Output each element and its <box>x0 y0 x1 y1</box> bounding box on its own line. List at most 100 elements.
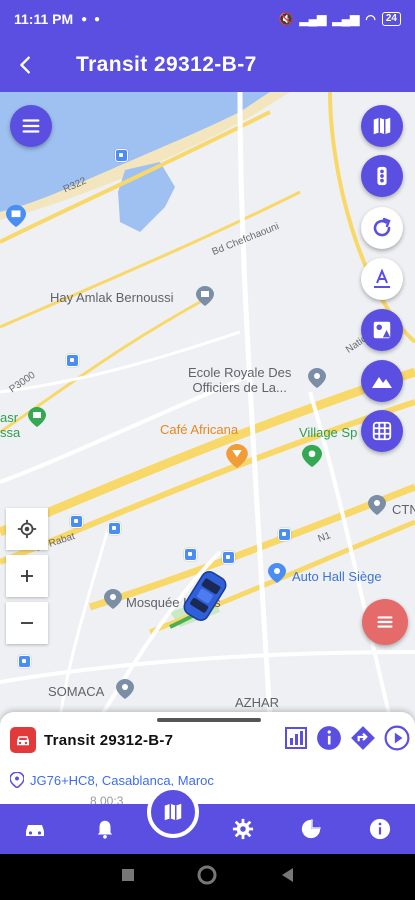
poi-shop-icon <box>6 204 26 233</box>
poi-ecole-icon <box>308 368 326 393</box>
vehicle-car-icon <box>10 727 36 753</box>
signal-icon: ▂▄▆ <box>299 12 327 26</box>
app-bar: Transit 29312-B-7 <box>0 38 415 92</box>
bus-stop-icon <box>18 655 31 668</box>
bus-stop-icon <box>70 515 83 528</box>
grid-icon <box>372 421 392 441</box>
vehicle-row: Transit 29312-B-7 <box>10 725 410 756</box>
poi-cafe-africana[interactable]: Café Africana <box>160 422 238 437</box>
vehicle-name: Transit 29312-B-7 <box>44 731 174 749</box>
locate-button[interactable] <box>6 508 48 550</box>
play-circle-icon <box>384 725 410 750</box>
bus-stop-icon <box>184 548 197 561</box>
back-nav-icon[interactable] <box>280 867 294 888</box>
refresh-icon <box>373 217 391 237</box>
mute-icon: 🔇 <box>278 12 294 26</box>
poi-ecole-royale[interactable]: Ecole Royale Des Officiers de La... <box>188 365 291 395</box>
traffic-light-icon <box>377 166 387 186</box>
poi-cafe-icon <box>226 444 248 473</box>
back-arrow-icon <box>20 56 30 74</box>
vehicle-actions <box>284 725 410 756</box>
label-toggle-button[interactable] <box>361 258 403 300</box>
map-icon <box>373 117 391 135</box>
poi-ctn[interactable]: CTN <box>392 502 415 517</box>
list-menu-button[interactable] <box>362 599 408 645</box>
signal2-icon: ▂▄▆ <box>332 12 360 26</box>
wifi-icon: ◠ <box>365 12 376 26</box>
text-a-icon <box>374 268 390 288</box>
car-icon <box>26 825 44 836</box>
terrain-button[interactable] <box>361 360 403 402</box>
nav-settings[interactable] <box>218 804 268 854</box>
bus-stop-icon <box>108 522 121 535</box>
home-icon[interactable] <box>197 865 217 890</box>
status-time: 11:11 PM <box>14 11 74 27</box>
bus-stop-icon <box>222 551 235 564</box>
directions-button[interactable] <box>350 725 376 756</box>
menu-button[interactable] <box>10 105 52 147</box>
bus-stop-icon <box>278 528 291 541</box>
drag-handle[interactable] <box>157 718 261 722</box>
report-button[interactable] <box>284 726 308 755</box>
poi-somaca[interactable]: SOMACA <box>48 684 104 699</box>
bar-chart-icon <box>285 726 307 749</box>
poi-left-icon <box>28 406 46 433</box>
back-button[interactable] <box>0 38 52 92</box>
page-title: Transit 29312-B-7 <box>76 53 257 76</box>
address-row[interactable]: JG76+HC8, Casablanca, Maroc <box>10 772 214 788</box>
minus-icon <box>21 622 33 624</box>
status-bar: 11:11 PM ● ● 🔇 ▂▄▆ ▂▄▆ ◠ 24 <box>0 0 415 38</box>
poi-hay-amlak[interactable]: Hay Amlak Bernoussi <box>50 290 174 305</box>
info-icon <box>317 725 341 750</box>
refresh-button[interactable] <box>361 207 403 249</box>
notification-dots-icon: ● ● <box>81 13 103 25</box>
zoom-in-button[interactable] <box>6 555 48 597</box>
bus-stop-icon <box>66 354 79 367</box>
poi-hay-amlak-icon <box>196 286 214 311</box>
poi-mosquee-icon <box>104 588 122 615</box>
nav-reports[interactable] <box>286 804 336 854</box>
shapes-icon <box>373 321 391 339</box>
menu-icon <box>22 119 40 133</box>
poi-asr[interactable]: asr ssa <box>0 410 20 440</box>
traffic-button[interactable] <box>361 155 403 197</box>
status-icons: 🔇 ▂▄▆ ▂▄▆ ◠ 24 <box>278 12 401 26</box>
map-type-button[interactable] <box>361 105 403 147</box>
poi-village[interactable]: Village Sp <box>299 425 357 440</box>
plus-icon <box>21 570 33 582</box>
poi-ctn-icon <box>368 494 386 521</box>
directions-icon <box>351 725 375 750</box>
battery-indicator: 24 <box>381 12 401 26</box>
recents-icon[interactable] <box>121 868 135 887</box>
app-screen: 11:11 PM ● ● 🔇 ▂▄▆ ▂▄▆ ◠ 24 Transit 2931… <box>0 0 415 900</box>
zoom-out-button[interactable] <box>6 602 48 644</box>
poi-auto-hall[interactable]: Auto Hall Siège <box>292 569 382 584</box>
map-view[interactable]: R322 Bd Chefchaouni P3000 de Rabat Natio… <box>0 92 415 718</box>
map-icon <box>164 803 182 821</box>
bottom-nav <box>0 804 415 854</box>
crosshair-icon <box>17 519 37 539</box>
nav-map[interactable] <box>147 786 199 838</box>
play-button[interactable] <box>384 725 410 756</box>
poi-somaca-icon <box>116 678 134 705</box>
bell-icon <box>97 820 113 839</box>
nav-vehicles[interactable] <box>10 804 60 854</box>
system-nav-bar <box>0 854 415 900</box>
info-icon <box>369 818 391 840</box>
bus-stop-icon <box>115 149 128 162</box>
nav-about[interactable] <box>355 804 405 854</box>
pie-chart-icon <box>301 819 321 839</box>
vehicle-panel: Transit 29312-B-7 JG76+HC8, Casablanca, … <box>0 712 415 808</box>
poi-azhar[interactable]: AZHAR <box>235 695 279 710</box>
poi-village-icon <box>302 444 322 473</box>
grid-button[interactable] <box>361 410 403 452</box>
nav-notifications[interactable] <box>80 804 130 854</box>
gear-icon <box>232 818 254 840</box>
info-button[interactable] <box>316 725 342 756</box>
geofence-button[interactable] <box>361 309 403 351</box>
mountain-icon <box>372 377 392 388</box>
location-pin-icon <box>10 772 24 788</box>
poi-auto-hall-icon <box>268 562 286 589</box>
address-text: JG76+HC8, Casablanca, Maroc <box>30 772 214 788</box>
list-icon <box>377 616 393 628</box>
